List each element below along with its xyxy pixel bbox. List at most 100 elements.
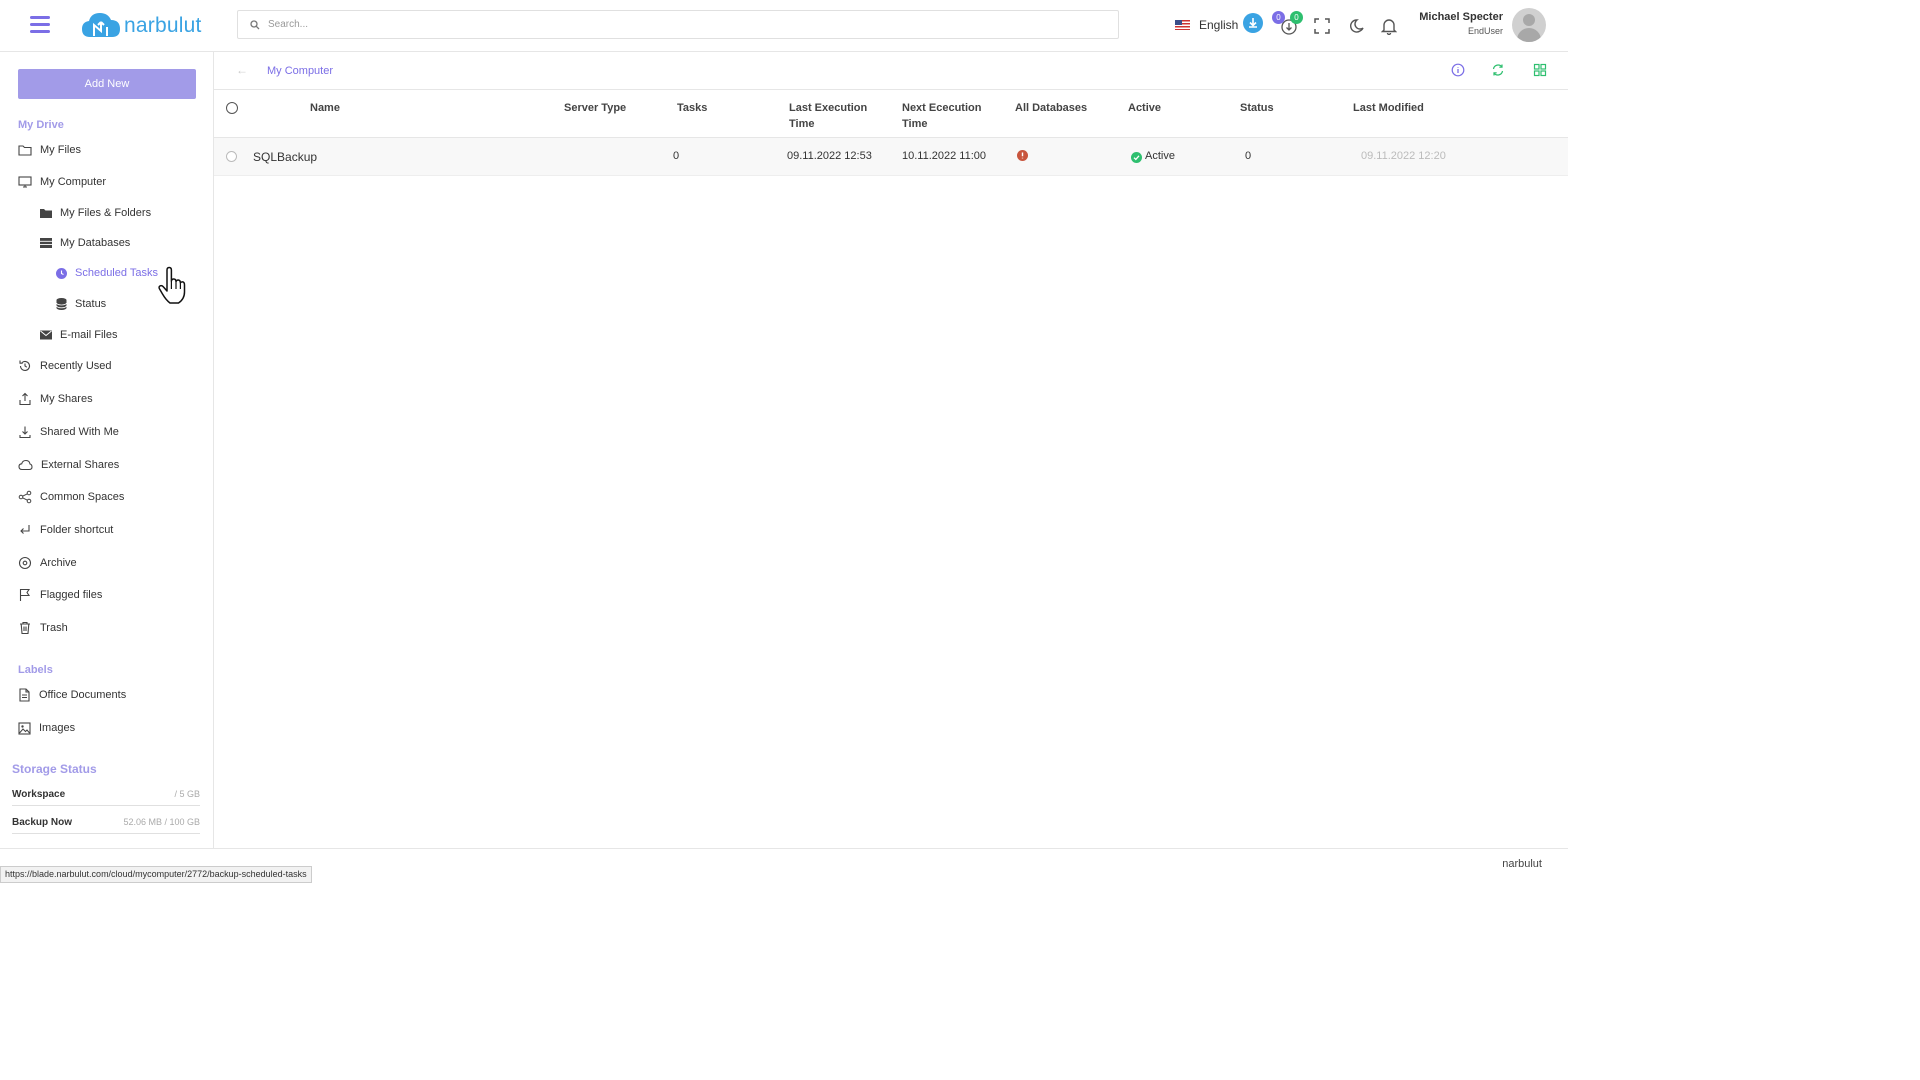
sidebar-item-label: Trash [40,622,68,634]
storage-workspace-value: / 5 GB [174,789,200,799]
sidebar-item-label: My Databases [60,237,131,249]
column-header-line: Last Execution [789,102,868,114]
column-header-last-modified[interactable]: Last Modified [1353,100,1424,116]
row-last-execution: 09.11.2022 12:53 [787,150,872,162]
menu-icon[interactable] [30,16,50,34]
column-header-server-type[interactable]: Server Type [564,100,626,116]
sidebar-item-label: External Shares [41,459,120,471]
search-bar[interactable] [237,10,1119,39]
sidebar-item-my-computer[interactable]: My Computer [18,172,106,192]
avatar[interactable] [1512,8,1546,42]
download-tray-icon [19,426,31,439]
row-name[interactable]: SQLBackup [253,150,317,164]
column-header-name[interactable]: Name [310,100,340,116]
storage-backup-row: Backup Now 52.06 MB / 100 GB [12,817,200,834]
upload-share-icon [19,392,31,406]
download-count-badge: 0 [1290,11,1303,24]
sidebar-item-status[interactable]: Status [56,294,106,314]
upload-count-badge: 0 [1272,11,1285,24]
breadcrumb-current[interactable]: My Computer [267,65,333,77]
database-stack-icon [56,298,67,310]
back-arrow-icon[interactable]: ← [236,63,248,77]
sidebar-item-common-spaces[interactable]: Common Spaces [18,487,124,507]
sidebar-item-my-files-folders[interactable]: My Files & Folders [40,203,151,223]
download-icon[interactable] [1243,13,1263,33]
info-icon[interactable] [1451,63,1465,77]
sidebar-item-flagged-files[interactable]: Flagged files [18,585,102,605]
sidebar-item-label: Common Spaces [40,491,125,503]
sidebar-item-archive[interactable]: Archive [18,553,77,573]
hand-cursor-icon [158,266,186,304]
sidebar-item-label: Archive [40,557,77,569]
cloud-logo-icon [82,13,120,37]
sidebar-item-my-databases[interactable]: My Databases [40,233,130,253]
trash-icon [20,621,30,635]
search-input[interactable] [268,19,1068,30]
user-info[interactable]: Michael Specter EndUser [1419,11,1503,36]
sidebar-item-label: E-mail Files [60,329,118,341]
sidebar-item-label: My Computer [40,176,107,188]
sidebar-item-scheduled-tasks[interactable]: Scheduled Tasks [56,263,158,283]
return-arrow-icon [20,525,30,534]
image-icon [18,721,31,735]
browser-status-url: https://blade.narbulut.com/cloud/mycompu… [0,866,312,883]
row-select-radio[interactable] [226,151,237,162]
footer-brand: narbulut [1502,858,1542,870]
my-drive-section-label: My Drive [18,119,64,131]
notification-bell-icon[interactable] [1381,17,1397,35]
grid-view-icon[interactable] [1533,63,1547,77]
breadcrumb: ← My Computer [214,52,1568,90]
archive-disc-icon [18,556,32,570]
select-all-radio[interactable] [226,102,238,114]
column-header-active[interactable]: Active [1128,100,1161,116]
column-header-status[interactable]: Status [1240,100,1274,116]
user-name: Michael Specter [1419,11,1503,23]
column-header-all-databases[interactable]: All Databases [1015,100,1087,116]
column-header-last-execution[interactable]: Last Execution Time [789,100,867,132]
sidebar-item-label: Scheduled Tasks [75,267,158,279]
label-item-images[interactable]: Images [18,718,75,738]
sidebar-item-shared-with-me[interactable]: Shared With Me [18,422,119,442]
storage-backup-label: Backup Now [12,817,73,828]
language-selector[interactable]: English [1175,18,1238,32]
sidebar-item-label: My Files & Folders [60,207,152,219]
check-circle-icon [1131,152,1142,163]
sidebar-item-my-shares[interactable]: My Shares [18,389,93,409]
row-status: 0 [1245,150,1252,162]
label-item-office-documents[interactable]: Office Documents [18,685,126,705]
cloud-icon [18,459,33,471]
sidebar-item-external-shares[interactable]: External Shares [18,455,119,475]
monitor-icon [18,176,32,188]
sidebar-item-my-files[interactable]: My Files [18,140,81,160]
fullscreen-icon[interactable] [1314,18,1330,34]
flag-icon [19,588,31,601]
row-tasks: 0 [673,150,680,162]
sidebar-item-label: Flagged files [40,589,103,601]
column-header-line: Time [902,118,928,130]
label-item-label: Images [39,722,76,734]
column-header-tasks[interactable]: Tasks [677,100,707,116]
sidebar-item-label: My Files [40,144,81,156]
logo-text: narbulut [124,14,202,37]
row-last-modified: 09.11.2022 12:20 [1361,150,1446,162]
sidebar-item-recently-used[interactable]: Recently Used [18,356,112,376]
sidebar-item-email-files[interactable]: E-mail Files [40,325,117,345]
history-icon [19,360,31,371]
refresh-icon[interactable] [1491,63,1505,77]
document-icon [19,688,30,702]
table-row[interactable]: SQLBackup 0 09.11.2022 12:53 10.11.2022 … [214,138,1568,176]
storage-workspace-label: Workspace [12,789,66,800]
sidebar-item-folder-shortcut[interactable]: Folder shortcut [18,520,113,540]
column-header-line: Next Ececution [902,102,982,114]
add-new-button[interactable]: Add New [18,69,196,99]
logo[interactable]: narbulut [80,8,202,44]
storage-workspace-row: Workspace / 5 GB [12,789,200,806]
column-header-next-execution[interactable]: Next Ececution Time [902,100,981,132]
dark-mode-moon-icon[interactable] [1349,18,1365,34]
content-area [214,176,1568,848]
folder-filled-icon [40,209,52,218]
row-next-execution: 10.11.2022 11:00 [902,150,987,162]
us-flag-icon [1175,20,1190,30]
sidebar-item-trash[interactable]: Trash [18,618,68,638]
search-icon [250,19,260,29]
